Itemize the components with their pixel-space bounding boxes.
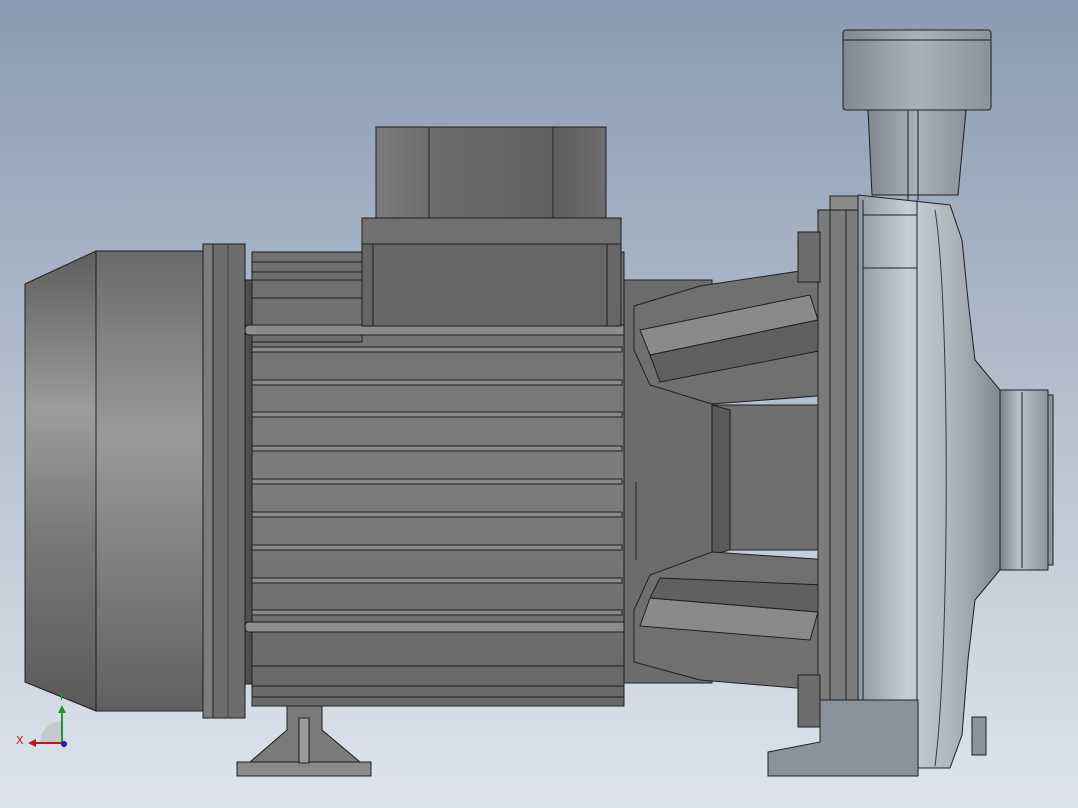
triad-x-label: X: [16, 734, 24, 747]
triad-y-label: Y: [57, 690, 65, 703]
triad-z-axis: [61, 741, 67, 747]
terminal-box[interactable]: [361, 126, 622, 327]
graphics-viewport[interactable]: X Y: [0, 0, 1078, 808]
lower-rib: [633, 551, 831, 691]
suction-inlet[interactable]: [999, 389, 1054, 571]
fan-cover[interactable]: [24, 243, 246, 719]
model-canvas[interactable]: X Y: [0, 0, 1078, 808]
